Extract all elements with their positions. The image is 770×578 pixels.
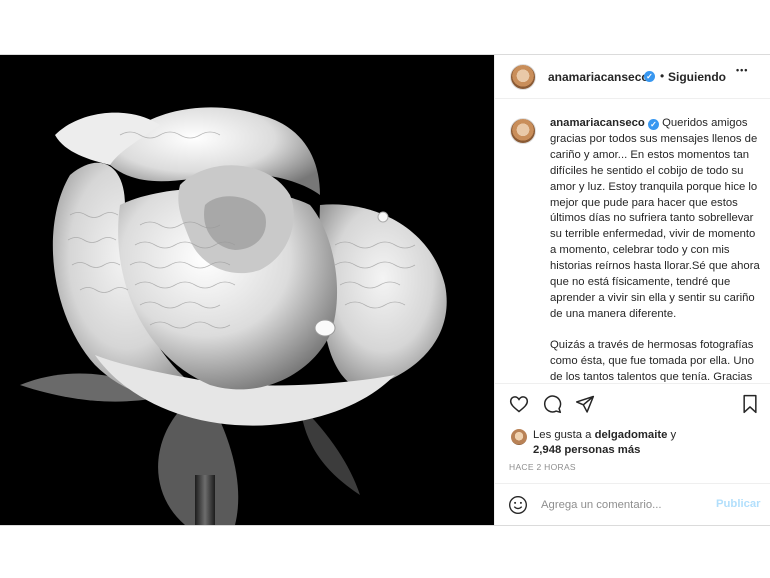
verified-badge-icon: ✓ xyxy=(644,71,655,82)
post-timestamp[interactable]: HACE 2 HORAS xyxy=(509,462,576,472)
likes-others-link[interactable]: 2,948 personas más xyxy=(533,444,640,456)
post-caption: anamariacanseco ✓ Queridos amigos gracia… xyxy=(550,116,762,382)
likes-line-1: Les gusta a delgadomaite y xyxy=(533,429,676,441)
liker-username[interactable]: delgadomaite xyxy=(595,429,668,441)
post-header: anamariacanseco ✓ • Siguiendo ••• xyxy=(495,55,770,99)
liker-avatar[interactable] xyxy=(511,429,527,445)
comment-icon[interactable] xyxy=(542,394,562,414)
caption-scroll-area[interactable]: anamariacanseco ✓ Queridos amigos gracia… xyxy=(495,100,770,382)
instagram-post: anamariacanseco ✓ • Siguiendo ••• anamar… xyxy=(0,54,770,526)
likes-summary: Les gusta a delgadomaite y 2,948 persona… xyxy=(509,426,759,460)
caption-verified-icon: ✓ xyxy=(647,119,659,130)
likes-conjunction: y xyxy=(670,429,677,441)
comment-bar: Publicar xyxy=(495,483,770,525)
caption-username[interactable]: anamariacanseco xyxy=(550,117,645,129)
author-username[interactable]: anamariacanseco xyxy=(548,70,649,84)
emoji-icon[interactable] xyxy=(508,495,528,515)
share-icon[interactable] xyxy=(575,394,595,414)
caption-author-avatar[interactable] xyxy=(510,118,536,144)
rose-photo-image xyxy=(0,55,494,525)
heart-icon[interactable] xyxy=(509,394,529,414)
header-separator: • xyxy=(660,69,665,83)
bookmark-icon[interactable] xyxy=(740,394,760,414)
publish-button[interactable]: Publicar xyxy=(716,498,761,510)
caption-paragraph-1: anamariacanseco ✓ Queridos amigos gracia… xyxy=(550,116,762,323)
post-sidebar: anamariacanseco ✓ • Siguiendo ••• anamar… xyxy=(494,55,770,525)
more-options-icon[interactable]: ••• xyxy=(736,65,748,75)
comment-input[interactable] xyxy=(541,494,701,516)
likes-prefix: Les gusta a xyxy=(533,429,592,441)
caption-text-1: Queridos amigos gracias por todos sus me… xyxy=(550,117,760,320)
caption-paragraph-2: Quizás a través de hermosas fotografías … xyxy=(550,338,755,382)
author-avatar[interactable] xyxy=(510,64,536,90)
following-button[interactable]: Siguiendo xyxy=(668,70,726,84)
post-photo[interactable] xyxy=(0,55,494,525)
post-actions xyxy=(495,383,770,423)
